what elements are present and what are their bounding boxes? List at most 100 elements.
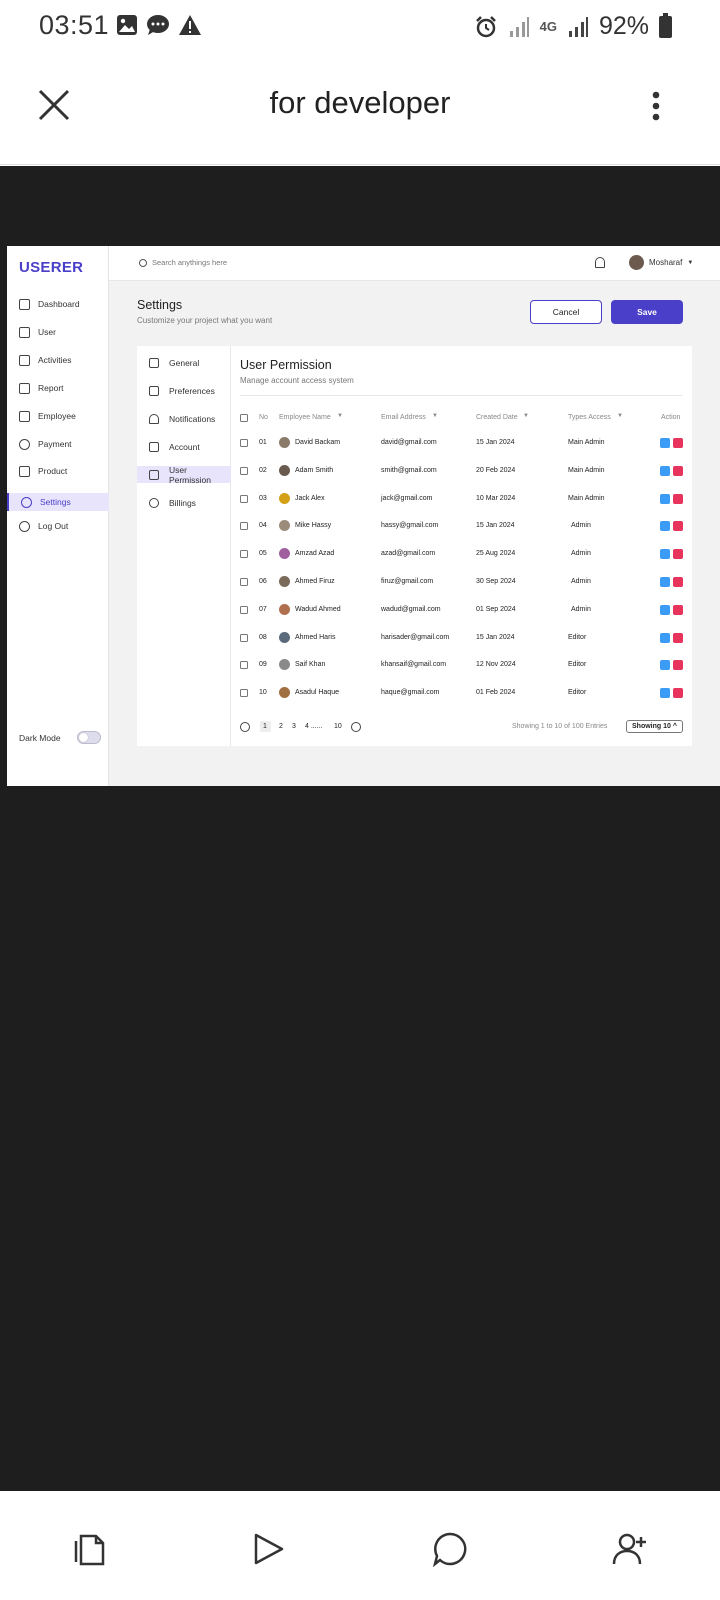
cell-date: 30 Sep 2024 (476, 578, 516, 585)
settings-item-general[interactable]: General (137, 354, 231, 371)
page-2[interactable]: 2 (279, 723, 283, 730)
sidebar-item-report[interactable]: Report (7, 379, 109, 397)
cell-date: 20 Feb 2024 (476, 466, 516, 474)
sidebar-item-logout[interactable]: Log Out (7, 517, 109, 535)
cell-access: Editor (568, 661, 587, 669)
delete-icon[interactable] (673, 688, 683, 699)
row-checkbox[interactable] (240, 550, 248, 559)
edit-icon[interactable] (660, 521, 670, 532)
settings-item-preferences[interactable]: Preferences (137, 382, 231, 399)
sort-icon[interactable]: ▼ (337, 413, 343, 419)
avatar (279, 520, 290, 532)
next-page-icon[interactable] (351, 722, 361, 732)
sort-icon[interactable]: ▼ (617, 413, 623, 419)
panel-title: User Permission (240, 358, 332, 372)
comment-icon[interactable] (432, 1531, 468, 1567)
search-icon (139, 258, 147, 267)
delete-icon[interactable] (673, 577, 683, 587)
delete-icon[interactable] (673, 549, 683, 560)
edit-icon[interactable] (660, 660, 670, 671)
select-all-checkbox[interactable] (240, 414, 248, 422)
delete-icon[interactable] (673, 465, 683, 476)
cell-date: 15 Jan 2024 (476, 439, 515, 446)
delete-icon[interactable] (673, 632, 683, 643)
edit-icon[interactable] (660, 438, 670, 448)
edit-icon[interactable] (660, 465, 670, 476)
row-checkbox[interactable] (240, 605, 248, 614)
prev-page-icon[interactable] (240, 722, 250, 732)
activity-icon (19, 354, 30, 366)
edit-icon[interactable] (660, 577, 670, 587)
logout-icon (19, 520, 30, 532)
avatar (279, 687, 290, 699)
cell-no: 02 (259, 466, 267, 474)
alarm-icon (475, 15, 496, 37)
more-options-icon[interactable] (652, 91, 660, 121)
cell-name: Jack Alex (295, 494, 325, 502)
edit-icon[interactable] (660, 688, 670, 699)
cancel-button[interactable]: Cancel (530, 300, 602, 324)
column-header-created[interactable]: Created Date (476, 414, 518, 421)
row-checkbox[interactable] (240, 689, 248, 698)
dark-mode-toggle[interactable] (77, 731, 101, 744)
play-icon[interactable] (250, 1531, 286, 1567)
row-checkbox[interactable] (240, 494, 248, 503)
bell-icon[interactable] (595, 257, 605, 268)
settings-item-account[interactable]: Account (137, 438, 231, 455)
status-time: 03:51 (39, 10, 110, 40)
page-3[interactable]: 3 (292, 723, 296, 730)
sidebar-item-product[interactable]: Product (7, 462, 109, 480)
image-viewer[interactable]: USERER Dashboard User Activities Report … (0, 166, 720, 1491)
sidebar-item-settings[interactable]: Settings (7, 493, 109, 511)
sidebar-item-activities[interactable]: Activities (7, 351, 109, 369)
cell-no: 10 (259, 689, 267, 697)
cell-email: khansaif@gmail.com (381, 661, 447, 669)
row-checkbox[interactable] (240, 661, 248, 670)
avatar (279, 603, 290, 615)
search-input[interactable]: Search anythings here (139, 258, 227, 267)
cell-access: Main Admin (568, 466, 605, 474)
copy-icon[interactable] (72, 1531, 108, 1567)
row-checkbox[interactable] (240, 466, 248, 475)
delete-icon[interactable] (673, 604, 683, 615)
avatar (279, 576, 290, 587)
cell-date: 12 Nov 2024 (476, 661, 516, 669)
row-checkbox[interactable] (240, 578, 248, 586)
cell-access: Main Admin (568, 494, 605, 502)
settings-content: Settings Customize your project what you… (109, 281, 720, 786)
column-header-email[interactable]: Email Address (381, 414, 426, 421)
delete-icon[interactable] (673, 660, 683, 671)
row-checkbox[interactable] (240, 633, 248, 642)
row-checkbox[interactable] (240, 522, 248, 531)
avatar (279, 437, 290, 448)
page-size-select[interactable]: Showing 10 ^ (626, 720, 683, 733)
cell-no: 01 (259, 439, 267, 446)
save-button[interactable]: Save (611, 300, 683, 324)
edit-icon[interactable] (660, 493, 670, 504)
sort-icon[interactable]: ▼ (432, 413, 438, 419)
column-header-type[interactable]: Types Access (568, 414, 611, 421)
sidebar-item-label: Settings (40, 497, 71, 507)
sidebar-item-payment[interactable]: Payment (7, 435, 109, 453)
edit-icon[interactable] (660, 632, 670, 643)
delete-icon[interactable] (673, 521, 683, 532)
sidebar-item-dashboard[interactable]: Dashboard (7, 295, 109, 313)
column-header-name[interactable]: Employee Name (279, 414, 331, 421)
delete-icon[interactable] (673, 493, 683, 504)
edit-icon[interactable] (660, 549, 670, 560)
sidebar-item-employee[interactable]: Employee (7, 407, 109, 425)
settings-item-billings[interactable]: Billings (137, 494, 231, 511)
page-4[interactable]: 4 ...... (305, 723, 323, 730)
app-bar: for developer (0, 55, 720, 165)
delete-icon[interactable] (673, 438, 683, 448)
sort-icon[interactable]: ▼ (523, 413, 529, 419)
edit-icon[interactable] (660, 604, 670, 615)
settings-item-notifications[interactable]: Notifications (137, 410, 231, 427)
sidebar-item-user[interactable]: User (7, 323, 109, 341)
settings-item-user-permission[interactable]: User Permission (137, 465, 231, 485)
page-10[interactable]: 10 (334, 723, 342, 730)
row-checkbox[interactable] (240, 439, 248, 447)
page-1[interactable]: 1 (263, 723, 267, 730)
add-user-icon[interactable] (612, 1531, 648, 1567)
user-menu[interactable]: Mosharaf ▼ (629, 255, 693, 270)
